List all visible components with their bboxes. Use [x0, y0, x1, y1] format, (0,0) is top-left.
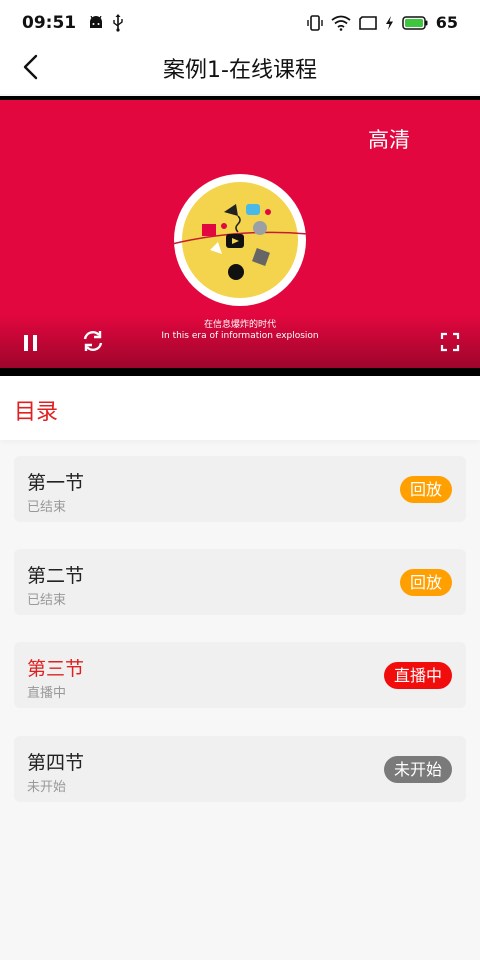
status-time: 09:51	[22, 13, 77, 33]
page-title: 案例1-在线课程	[163, 58, 317, 83]
fullscreen-icon[interactable]	[440, 332, 460, 352]
lesson-card-1[interactable]: 第一节 已结束 回放	[14, 456, 466, 522]
screen-cast-icon	[358, 15, 377, 30]
not-started-badge[interactable]: 未开始	[383, 756, 452, 783]
live-badge[interactable]: 直播中	[383, 662, 452, 689]
lesson-title: 第一节	[27, 472, 85, 494]
catalog-title: 目录	[14, 400, 59, 425]
lesson-status: 已结束	[27, 500, 67, 515]
pause-icon[interactable]	[20, 332, 42, 354]
video-player[interactable]: 高清 在信息爆炸的时代 In this era of information e…	[0, 96, 480, 376]
lesson-card-4[interactable]: 第四节 未开始 未开始	[14, 736, 466, 802]
replay-icon[interactable]	[80, 328, 106, 354]
lesson-title: 第二节	[27, 565, 85, 587]
battery-percent: 65	[435, 13, 458, 32]
lesson-title: 第三节	[27, 658, 85, 680]
usb-icon	[113, 14, 123, 32]
subtitle-en: In this era of information explosion	[161, 331, 319, 341]
wifi-icon	[331, 15, 351, 31]
lesson-card-3[interactable]: 第三节 直播中 直播中	[14, 642, 466, 708]
video-illustration	[171, 174, 309, 306]
subtitle-cn: 在信息爆炸的时代	[203, 320, 276, 330]
lesson-status: 未开始	[27, 780, 67, 795]
lesson-status: 已结束	[27, 593, 67, 608]
replay-badge[interactable]: 回放	[399, 569, 452, 596]
status-notification-icons	[88, 14, 124, 32]
replay-badge[interactable]: 回放	[399, 476, 452, 503]
lesson-title: 第四节	[27, 752, 85, 774]
app-header: 案例1-在线课程	[0, 40, 480, 94]
catalog-header: 目录	[0, 376, 480, 440]
lesson-status: 直播中	[27, 686, 67, 701]
quality-button[interactable]: 高清	[368, 124, 410, 154]
charging-icon	[385, 15, 393, 30]
lesson-card-2[interactable]: 第二节 已结束 回放	[14, 549, 466, 615]
video-subtitle: 在信息爆炸的时代 In this era of information expl…	[140, 320, 340, 342]
status-system-icons: 65	[307, 13, 458, 32]
vibrate-icon	[307, 14, 323, 31]
battery-icon	[401, 15, 428, 30]
android-icon	[90, 16, 102, 28]
